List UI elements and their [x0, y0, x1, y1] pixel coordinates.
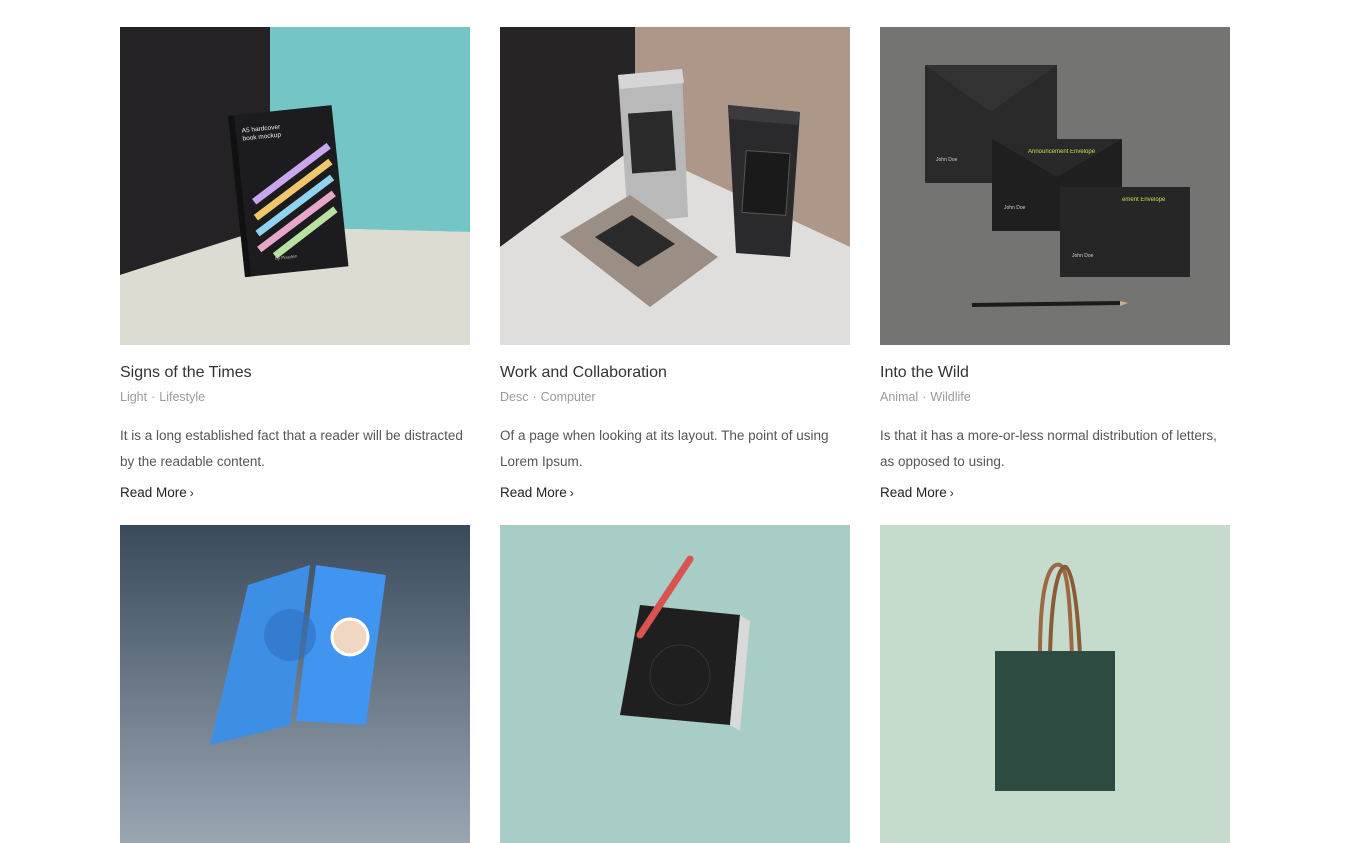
post-grid: A5 hardcover book mockup by Pixeden Sign… [120, 27, 1230, 843]
post-category[interactable]: Animal [880, 390, 918, 404]
post-card [120, 525, 470, 843]
envelope-title-text: ement Envelope [1122, 197, 1166, 203]
post-excerpt: It is a long established fact that a rea… [120, 428, 463, 469]
post-title[interactable]: Signs of the Times [120, 363, 470, 383]
post-meta: Animal · Wildlife [880, 389, 1230, 405]
envelope-name-text: John Doe [1004, 205, 1026, 211]
chevron-right-icon: › [949, 486, 954, 500]
post-thumbnail[interactable] [500, 525, 850, 843]
post-thumbnail[interactable] [500, 27, 850, 345]
envelope-mockup-image: Announcement Envelope ement Envelope Joh… [880, 27, 1230, 345]
book-label-text: A5 hardcover book mockup [241, 123, 282, 143]
post-meta: Desc · Computer [500, 389, 850, 405]
notebook-pen-mockup-image [500, 525, 850, 843]
chevron-right-icon: › [569, 486, 574, 500]
post-thumbnail[interactable]: A5 hardcover book mockup by Pixeden [120, 27, 470, 345]
envelope-name-text: John Doe [936, 157, 958, 163]
chevron-right-icon: › [189, 486, 194, 500]
post-card: A5 hardcover book mockup by Pixeden Sign… [120, 27, 470, 503]
post-subcategory[interactable]: Wildlife [930, 390, 970, 404]
book-mockup-image: A5 hardcover book mockup by Pixeden [120, 27, 470, 345]
post-title[interactable]: Work and Collaboration [500, 363, 850, 383]
post-thumbnail[interactable]: Announcement Envelope ement Envelope Joh… [880, 27, 1230, 345]
post-thumbnail[interactable] [880, 525, 1230, 843]
post-card: Announcement Envelope ement Envelope Joh… [880, 27, 1230, 503]
read-more-link[interactable]: Read More › [120, 483, 194, 503]
post-card [880, 525, 1230, 843]
post-category[interactable]: Desc [500, 390, 528, 404]
pouch-mockup-image [500, 27, 850, 345]
post-subcategory[interactable]: Lifestyle [159, 390, 205, 404]
post-meta: Light · Lifestyle [120, 389, 470, 405]
read-more-link[interactable]: Read More › [500, 483, 574, 503]
meta-separator: · [922, 390, 927, 404]
post-excerpt: Is that it has a more-or-less normal dis… [880, 428, 1217, 469]
post-card: Work and Collaboration Desc · Computer Of … [500, 27, 850, 503]
shopping-bag-mockup-image [880, 525, 1230, 843]
post-thumbnail[interactable] [120, 525, 470, 843]
post-category[interactable]: Light [120, 390, 147, 404]
post-subcategory[interactable]: Computer [541, 390, 596, 404]
read-more-label: Read More [120, 485, 187, 500]
envelope-name-text: John Doe [1072, 253, 1094, 259]
meta-separator: · [532, 390, 537, 404]
post-excerpt: Of a page when looking at its layout. Th… [500, 428, 829, 469]
meta-separator: · [151, 390, 156, 404]
phone-app-mockup-image [120, 525, 470, 843]
post-card [500, 525, 850, 843]
envelope-title-text: Announcement Envelope [1028, 149, 1096, 155]
read-more-label: Read More [500, 485, 567, 500]
read-more-label: Read More [880, 485, 947, 500]
read-more-link[interactable]: Read More › [880, 483, 954, 503]
post-title[interactable]: Into the Wild [880, 363, 1230, 383]
